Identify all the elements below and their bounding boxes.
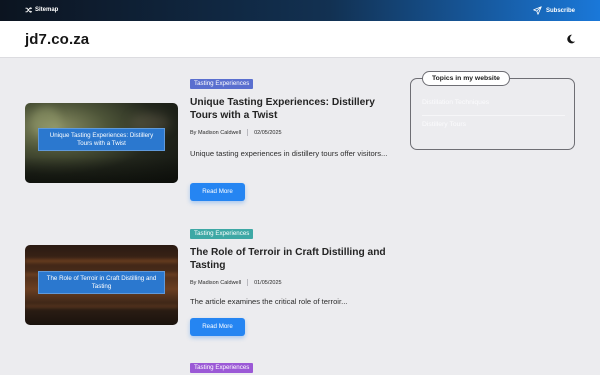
divider xyxy=(422,115,565,116)
post-date: 01/05/2025 xyxy=(254,279,282,286)
post-excerpt: Unique tasting experiences in distillery… xyxy=(190,149,388,158)
post-author: By Madison Caldwell xyxy=(190,279,242,286)
post-thumbnail[interactable]: Unique Tasting Experiences: Distillery T… xyxy=(25,103,178,183)
top-bar: Sitemap Subscribe xyxy=(0,0,600,21)
post-thumbnail[interactable]: The Role of Terroir in Craft Distilling … xyxy=(25,245,178,325)
post-excerpt: The article examines the critical role o… xyxy=(190,297,348,306)
moon-icon[interactable] xyxy=(566,34,576,44)
topic-item[interactable]: Distillery Tours xyxy=(422,121,466,128)
meta-divider xyxy=(247,129,249,136)
site-logo[interactable]: jd7.co.za xyxy=(25,31,89,48)
post-author: By Madison Caldwell xyxy=(190,129,242,136)
send-icon xyxy=(533,6,542,15)
widget-title: Topics in my website xyxy=(422,71,510,86)
shuffle-icon xyxy=(25,7,32,13)
sitemap-link[interactable]: Sitemap xyxy=(25,7,58,13)
site-header: jd7.co.za xyxy=(0,21,600,58)
subscribe-label: Subscribe xyxy=(545,7,575,14)
subscribe-link[interactable]: Subscribe xyxy=(533,6,575,15)
thumbnail-caption: Unique Tasting Experiences: Distillery T… xyxy=(38,128,165,151)
category-badge[interactable]: Tasting Experiences xyxy=(190,79,254,89)
post-meta: By Madison Caldwell 01/05/2025 xyxy=(190,279,282,286)
category-badge[interactable]: Tasting Experiences xyxy=(190,229,254,239)
thumbnail-caption: The Role of Terroir in Craft Distilling … xyxy=(38,271,165,294)
sitemap-label: Sitemap xyxy=(35,7,59,13)
meta-divider xyxy=(247,279,249,286)
post-title[interactable]: The Role of Terroir in Craft Distilling … xyxy=(190,246,395,272)
post-title[interactable]: Unique Tasting Experiences: Distillery T… xyxy=(190,96,395,122)
read-more-button[interactable]: Read More xyxy=(190,183,245,201)
post-date: 02/05/2025 xyxy=(254,129,282,136)
topics-widget: Topics in my website Distillation Techni… xyxy=(410,71,575,150)
read-more-button[interactable]: Read More xyxy=(190,318,245,336)
post-card: Unique Tasting Experiences: Distillery T… xyxy=(25,79,400,201)
topic-item[interactable]: Distillation Techniques xyxy=(422,99,489,106)
post-meta: By Madison Caldwell 02/05/2025 xyxy=(190,129,282,136)
post-card: The Role of Terroir in Craft Distilling … xyxy=(25,229,400,349)
category-badge[interactable]: Tasting Experiences xyxy=(190,363,254,373)
post-card: Tasting Experiences xyxy=(25,363,400,375)
